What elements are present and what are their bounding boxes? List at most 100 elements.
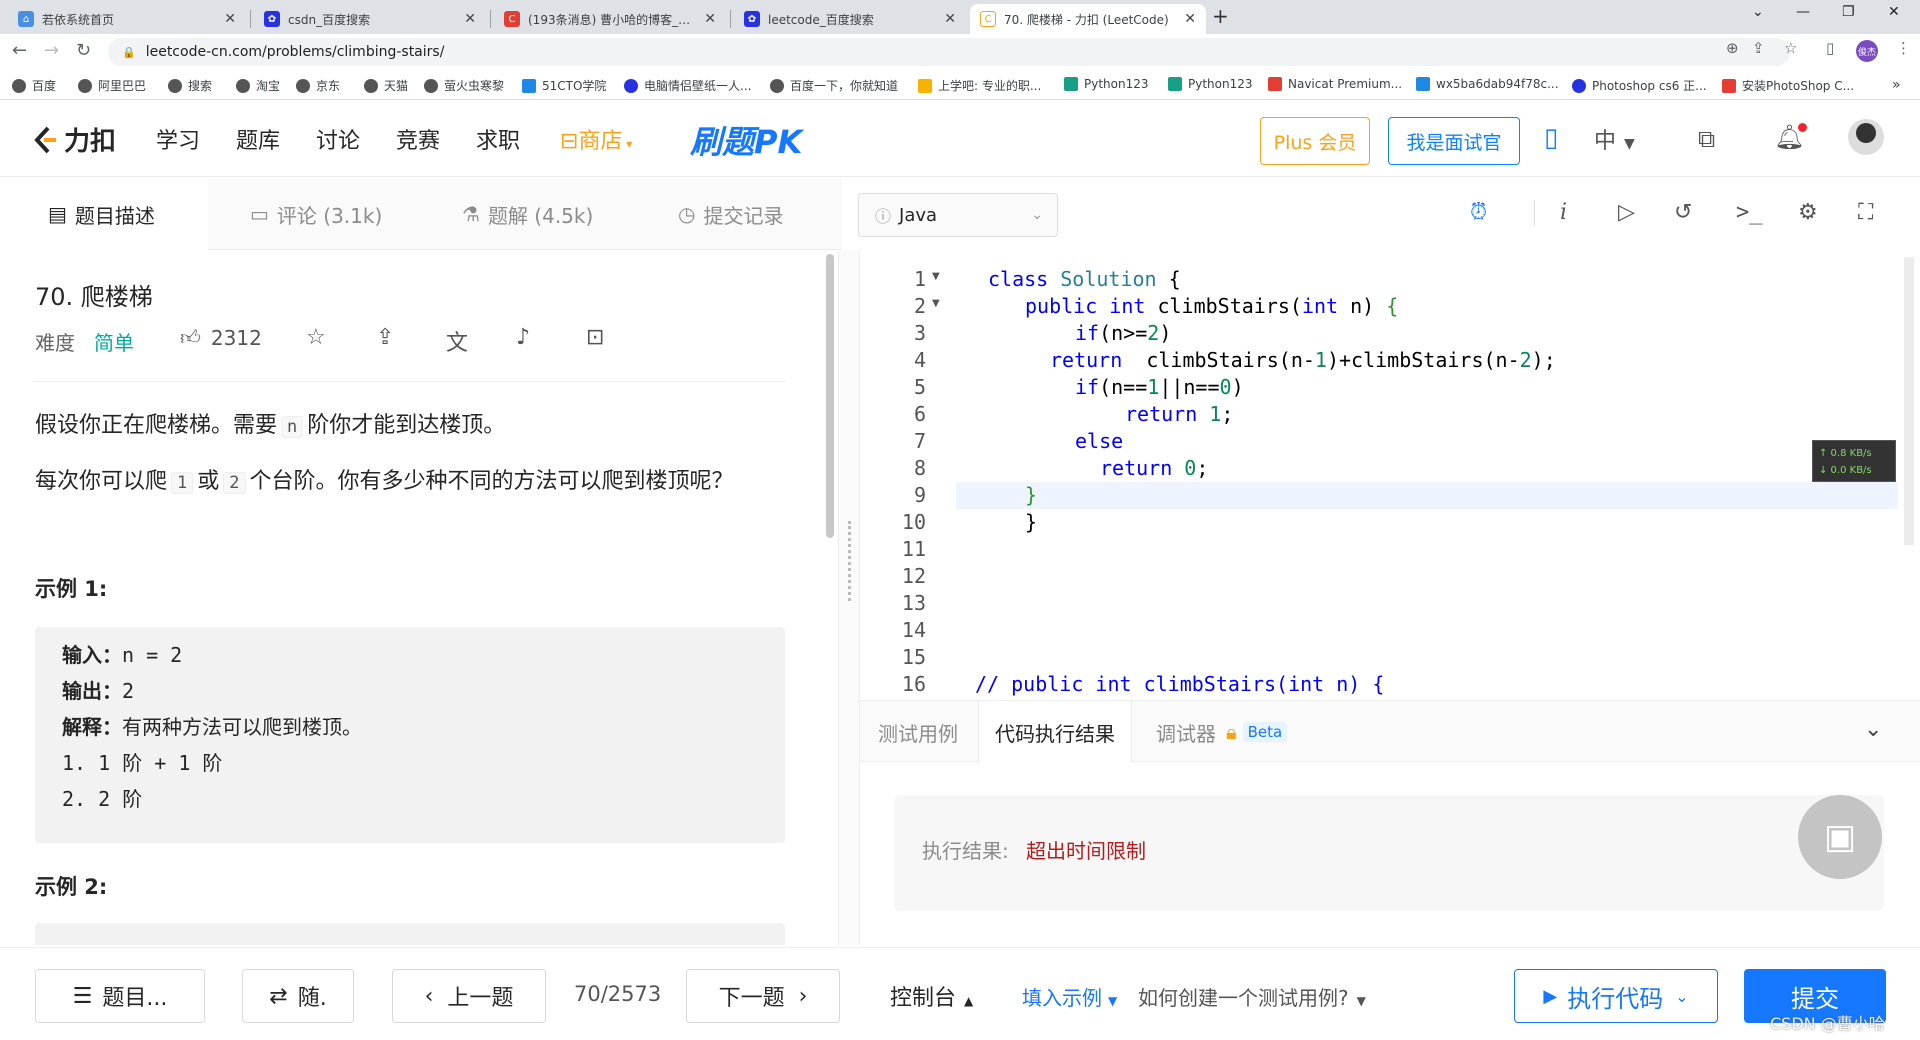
bookmark-item[interactable]: 搜索: [168, 77, 212, 94]
bookmark-item[interactable]: wx5ba6dab94f78c...: [1416, 77, 1559, 91]
nav-problems[interactable]: 题库: [236, 123, 280, 155]
bookmark-item[interactable]: 电脑情侣壁纸一人...: [624, 77, 751, 94]
bookmark-item[interactable]: 萤火虫寒黎: [424, 77, 504, 94]
nav-contest[interactable]: 竞赛: [396, 123, 440, 155]
playground-icon[interactable]: ⧉: [1698, 125, 1715, 153]
bookmark-item[interactable]: 京东: [296, 77, 340, 94]
tab-run-result[interactable]: 代码执行结果: [978, 701, 1132, 763]
share-icon[interactable]: ⇪: [376, 325, 394, 350]
prev-problem-button[interactable]: ‹ 上一题: [392, 969, 546, 1023]
difficulty-label: 难度: [35, 331, 75, 355]
reset-icon[interactable]: ↺: [1674, 200, 1692, 225]
feedback-icon[interactable]: ⊡: [586, 325, 604, 350]
bookmark-item[interactable]: 天猫: [364, 77, 408, 94]
tab-comments[interactable]: ▭ 评论 (3.1k): [250, 178, 382, 250]
zoom-icon[interactable]: ⊕: [1726, 39, 1739, 57]
close-tab-icon[interactable]: ✕: [224, 11, 236, 27]
reload-button[interactable]: ↻: [76, 40, 91, 61]
close-window-button[interactable]: ✕: [1888, 4, 1900, 20]
language-select[interactable]: ⓘ Java ⌄: [858, 193, 1058, 237]
mobile-icon[interactable]: ▯: [1544, 123, 1558, 153]
progress-counter: 70/2573: [574, 982, 662, 1006]
panel-resize-handle[interactable]: [838, 251, 860, 945]
python123-icon: [1064, 77, 1078, 91]
run-code-button[interactable]: ▶ 执行代码 ⌄: [1514, 969, 1718, 1023]
star-icon[interactable]: ☆: [306, 325, 326, 350]
alarm-clock-icon[interactable]: ⏰︎: [1470, 200, 1487, 225]
bookmark-item[interactable]: Python123: [1168, 77, 1253, 91]
profile-avatar[interactable]: 俊杰: [1856, 40, 1878, 62]
terminal-icon[interactable]: >_: [1736, 200, 1763, 225]
pk-banner[interactable]: 刷题PK: [690, 117, 802, 163]
info-italic-icon[interactable]: i: [1560, 200, 1567, 225]
bookmark-item[interactable]: 阿里巴巴: [78, 77, 146, 94]
bookmark-star-icon[interactable]: ☆: [1784, 39, 1797, 57]
translate-icon[interactable]: 文: [446, 325, 468, 357]
maximize-button[interactable]: ❐: [1842, 4, 1855, 20]
bookmark-item[interactable]: 百度: [12, 77, 56, 94]
browser-tab-active[interactable]: C 70. 爬楼梯 - 力扣 (LeetCode) ✕: [970, 4, 1206, 34]
settings-icon[interactable]: ⚙: [1798, 200, 1818, 225]
back-button[interactable]: ←: [12, 40, 27, 61]
nav-jobs[interactable]: 求职: [476, 123, 520, 155]
close-tab-icon[interactable]: ✕: [1184, 11, 1196, 27]
leetcode-logo[interactable]: 力扣: [32, 121, 116, 158]
nav-store[interactable]: ⊟商店 ▾: [560, 123, 632, 155]
bell-icon[interactable]: ♪: [516, 325, 530, 350]
bookmark-item[interactable]: 51CTO学院: [522, 77, 606, 94]
bookmark-item[interactable]: 上学吧: 专业的职...: [918, 77, 1041, 94]
how-to-testcase-link[interactable]: 如何创建一个测试用例? ▼: [1138, 982, 1366, 1011]
new-tab-button[interactable]: +: [1212, 4, 1229, 28]
bookmark-item[interactable]: Python123: [1064, 77, 1149, 91]
side-panel-icon[interactable]: ▯: [1826, 39, 1834, 57]
next-problem-button[interactable]: 下一题 ›: [686, 969, 840, 1023]
bookmark-site-icon: [522, 78, 536, 93]
close-tab-icon[interactable]: ✕: [704, 11, 716, 27]
bookmark-note-icon: ▣: [1823, 817, 1857, 857]
browser-tab[interactable]: C (193条消息) 曹小哈的博客_CSDN ✕: [494, 4, 726, 34]
problem-list-button[interactable]: ☰ 题目...: [35, 969, 205, 1023]
fill-example-link[interactable]: 填入示例 ▼: [1022, 982, 1117, 1011]
url-input[interactable]: 🔒 leetcode-cn.com/problems/climbing-stai…: [108, 38, 1790, 66]
minimize-button[interactable]: —: [1796, 4, 1810, 20]
close-tab-icon[interactable]: ✕: [464, 11, 476, 27]
bookmark-item[interactable]: Photoshop cs6 正...: [1572, 77, 1707, 94]
console-toggle[interactable]: 控制台 ▲: [890, 980, 973, 1012]
fold-arrow-icon[interactable]: ▼: [932, 298, 940, 309]
tab-solutions[interactable]: ⚗ 题解 (4.5k): [462, 178, 593, 250]
collapse-chevron-icon[interactable]: ⌄: [1864, 717, 1882, 742]
browser-tab[interactable]: ✿ leetcode_百度搜索 ✕: [734, 4, 966, 34]
interviewer-button[interactable]: 我是面试官: [1388, 117, 1520, 165]
notes-float-button[interactable]: ▣: [1798, 795, 1882, 879]
more-bookmarks-icon[interactable]: »: [1892, 77, 1901, 93]
bookmark-item[interactable]: Navicat Premium...: [1268, 77, 1402, 91]
language-switch[interactable]: 中 ▼: [1594, 123, 1635, 155]
browser-tab[interactable]: ⌂ 若依系统首页 ✕: [8, 4, 246, 34]
bookmark-item[interactable]: 淘宝: [236, 77, 280, 94]
nav-discuss[interactable]: 讨论: [316, 123, 360, 155]
user-avatar[interactable]: [1848, 119, 1884, 155]
like-button[interactable]: 👍︎ 2312: [180, 325, 262, 350]
code-editor[interactable]: 1 2 3 4 5 6 7 8 9 10 11 12 13 14 15 16 ▼…: [860, 251, 1920, 699]
browser-tab[interactable]: ✿ csdn_百度搜索 ✕: [254, 4, 486, 34]
left-panel-scrollbar[interactable]: [826, 254, 834, 538]
line-number: 13: [901, 591, 926, 615]
random-button[interactable]: ⇄ 随.: [242, 969, 354, 1023]
fold-arrow-icon[interactable]: ▼: [932, 271, 940, 282]
browser-menu-icon[interactable]: ⋮: [1896, 39, 1911, 57]
plus-member-button[interactable]: Plus 会员: [1260, 117, 1370, 165]
tab-debugger[interactable]: 调试器 🔒︎ Beta: [1156, 701, 1288, 763]
tab-search-icon[interactable]: ⌄: [1752, 4, 1764, 20]
tab-submissions[interactable]: ◷ 提交记录: [678, 178, 783, 250]
play-icon[interactable]: ▷: [1618, 200, 1635, 225]
bookmark-item[interactable]: 安装PhotoShop C...: [1722, 77, 1854, 94]
bookmark-item[interactable]: 百度一下，你就知道: [770, 77, 898, 94]
editor-scrollbar[interactable]: [1904, 257, 1914, 545]
close-tab-icon[interactable]: ✕: [944, 11, 956, 27]
tab-testcase[interactable]: 测试用例: [878, 701, 958, 763]
fullscreen-icon[interactable]: ⛶: [1858, 200, 1873, 225]
share-icon[interactable]: ⇪: [1752, 39, 1765, 57]
nav-learn[interactable]: 学习: [156, 123, 200, 155]
tab-description[interactable]: ▤ 题目描述: [0, 178, 208, 250]
forward-button[interactable]: →: [44, 40, 59, 61]
